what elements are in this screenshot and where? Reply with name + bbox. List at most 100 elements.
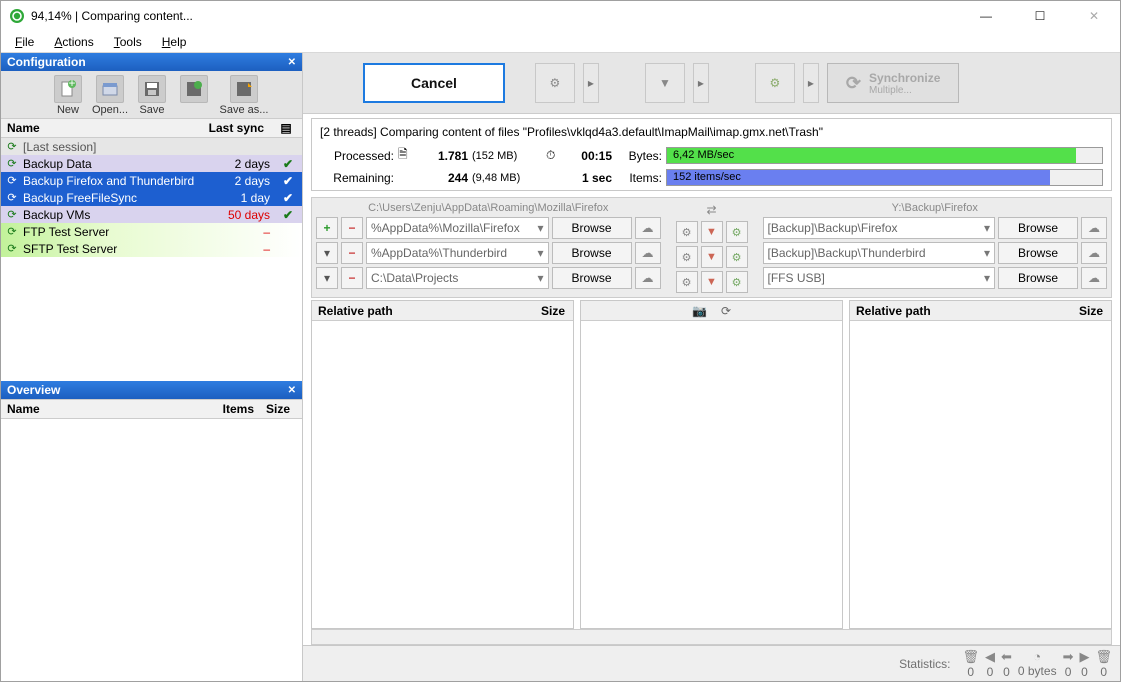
right-path-input[interactable]: [Backup]\Backup\Firefox▾ xyxy=(763,217,996,239)
overview-col-size[interactable]: Size xyxy=(254,402,302,416)
remove-pair-button[interactable]: − xyxy=(341,267,363,289)
config-list: ⟳ [Last session] ⟳ Backup Data 2 days ✔ … xyxy=(1,138,302,257)
cloud-icon[interactable]: ☁ xyxy=(1081,267,1107,289)
pair-compare-button[interactable]: ⚙ xyxy=(676,246,698,268)
items-rate: 152 items/sec xyxy=(673,171,741,183)
browse-button[interactable]: Browse xyxy=(998,242,1078,264)
status-text: [2 threads] Comparing content of files "… xyxy=(320,123,1103,145)
swap-icon[interactable]: ⇄ xyxy=(706,202,716,218)
processed-count: 1.781 xyxy=(418,149,468,163)
config-row[interactable]: ⟳ Backup VMs 50 days ✔ xyxy=(1,206,302,223)
overview-title: Overview xyxy=(7,383,60,397)
config-row[interactable]: ⟳ SFTP Test Server – xyxy=(1,240,302,257)
arrow-left-icon: ◀ xyxy=(985,649,995,665)
funnel-icon: ▼ xyxy=(659,76,671,90)
window-title: 94,14% | Comparing content... xyxy=(31,9,968,23)
cloud-icon[interactable]: ☁ xyxy=(635,217,661,239)
overview-close-icon[interactable]: ✕ xyxy=(288,385,296,396)
refresh-icon[interactable]: ⟳ xyxy=(721,304,731,318)
pair-sync-button[interactable]: ⚙ xyxy=(726,271,748,293)
pair-compare-button[interactable]: ⚙ xyxy=(676,271,698,293)
minimize-button[interactable]: — xyxy=(968,4,1004,28)
filter-dropdown-button[interactable]: ▸ xyxy=(693,63,709,103)
cloud-icon[interactable]: ☁ xyxy=(1081,242,1107,264)
menu-tools[interactable]: Tools xyxy=(106,33,150,51)
remove-pair-button[interactable]: − xyxy=(341,217,363,239)
right-file-list[interactable] xyxy=(850,321,1111,628)
config-row[interactable]: ⟳ Backup Data 2 days ✔ xyxy=(1,155,302,172)
browse-button[interactable]: Browse xyxy=(998,267,1078,289)
cloud-icon[interactable]: ☁ xyxy=(1081,217,1107,239)
clock-icon: ⏱ xyxy=(546,148,566,163)
new-button[interactable]: + New xyxy=(49,75,87,116)
overview-col-items[interactable]: Items xyxy=(206,402,254,416)
expand-pair-button[interactable]: ▾ xyxy=(316,267,338,289)
pair-compare-button[interactable]: ⚙ xyxy=(676,221,698,243)
right-path-input[interactable]: [Backup]\Backup\Thunderbird▾ xyxy=(763,242,996,264)
stat-create-right: ➡0 xyxy=(1063,649,1074,679)
sync-icon: ⟳ xyxy=(3,174,21,187)
compare-dropdown-button[interactable]: ▸ xyxy=(583,63,599,103)
items-bar: 152 items/sec xyxy=(666,169,1103,186)
config-col-lastsync[interactable]: Last sync xyxy=(206,121,270,135)
browse-button[interactable]: Browse xyxy=(998,217,1078,239)
remove-pair-button[interactable]: − xyxy=(341,242,363,264)
config-row[interactable]: ⟳ Backup FreeFileSync 1 day ✔ xyxy=(1,189,302,206)
col-relative-path[interactable]: Relative path xyxy=(312,304,517,318)
config-row[interactable]: ⟳ FTP Test Server – xyxy=(1,223,302,240)
pair-filter-button[interactable]: ▼ xyxy=(701,271,723,293)
sync-settings-button[interactable]: ⚙ xyxy=(755,63,795,103)
middle-action-pane: 📷 ⟳ xyxy=(580,300,843,629)
synchronize-button[interactable]: ⟳ Synchronize Multiple... xyxy=(827,63,959,103)
col-relative-path[interactable]: Relative path xyxy=(850,304,1055,318)
browse-button[interactable]: Browse xyxy=(552,217,632,239)
statistics-label: Statistics: xyxy=(899,657,950,671)
config-toolbar: + New Open... Save Save as... xyxy=(1,71,302,118)
cloud-icon[interactable]: ☁ xyxy=(635,242,661,264)
sync-dropdown-button[interactable]: ▸ xyxy=(803,63,819,103)
compare-settings-button[interactable]: ⚙ xyxy=(535,63,575,103)
saveas-sync-button[interactable] xyxy=(175,75,213,116)
overview-col-name[interactable]: Name xyxy=(1,402,206,416)
menu-file[interactable]: File xyxy=(7,33,42,51)
menu-help[interactable]: Help xyxy=(154,33,195,51)
menu-actions[interactable]: Actions xyxy=(46,33,101,51)
camera-icon[interactable]: 📷 xyxy=(692,304,707,318)
save-button[interactable]: Save xyxy=(133,75,171,116)
right-path-input[interactable]: [FFS USB]▾ xyxy=(763,267,996,289)
left-path-input[interactable]: %AppData%\Thunderbird▾ xyxy=(366,242,549,264)
add-pair-button[interactable]: + xyxy=(316,217,338,239)
pair-sync-button[interactable]: ⚙ xyxy=(726,221,748,243)
close-button[interactable]: ✕ xyxy=(1076,4,1112,28)
config-col-name[interactable]: Name xyxy=(1,121,206,135)
horizontal-scrollbar[interactable] xyxy=(311,629,1112,645)
cloud-icon[interactable]: ☁ xyxy=(635,267,661,289)
stat-delete-right: 🗑0 xyxy=(1095,649,1112,679)
sync-icon: ⟳ xyxy=(3,208,21,221)
menubar: File Actions Tools Help xyxy=(1,31,1120,53)
config-row-last-session[interactable]: ⟳ [Last session] xyxy=(1,138,302,155)
pie-icon: ◔ xyxy=(1033,649,1041,664)
open-button[interactable]: Open... xyxy=(91,75,129,116)
configuration-close-icon[interactable]: ✕ xyxy=(288,57,296,68)
left-path-input[interactable]: %AppData%\Mozilla\Firefox▾ xyxy=(366,217,549,239)
filter-button[interactable]: ▼ xyxy=(645,63,685,103)
browse-button[interactable]: Browse xyxy=(552,242,632,264)
left-file-list[interactable] xyxy=(312,321,573,628)
arrow-right-plus-icon: ➡ xyxy=(1063,649,1074,665)
left-path-input[interactable]: C:\Data\Projects▾ xyxy=(366,267,549,289)
config-col-view-icon[interactable]: ▤ xyxy=(270,121,302,135)
maximize-button[interactable]: ☐ xyxy=(1022,4,1058,28)
saveas-button[interactable]: Save as... xyxy=(217,75,271,116)
remaining-count: 244 xyxy=(418,171,468,185)
pair-filter-button[interactable]: ▼ xyxy=(701,246,723,268)
pair-filter-button[interactable]: ▼ xyxy=(701,221,723,243)
col-size[interactable]: Size xyxy=(1055,304,1111,318)
cancel-button[interactable]: Cancel xyxy=(363,63,505,103)
remaining-label: Remaining: xyxy=(320,171,394,185)
browse-button[interactable]: Browse xyxy=(552,267,632,289)
config-row[interactable]: ⟳ Backup Firefox and Thunderbird 2 days … xyxy=(1,172,302,189)
col-size[interactable]: Size xyxy=(517,304,573,318)
expand-pair-button[interactable]: ▾ xyxy=(316,242,338,264)
pair-sync-button[interactable]: ⚙ xyxy=(726,246,748,268)
